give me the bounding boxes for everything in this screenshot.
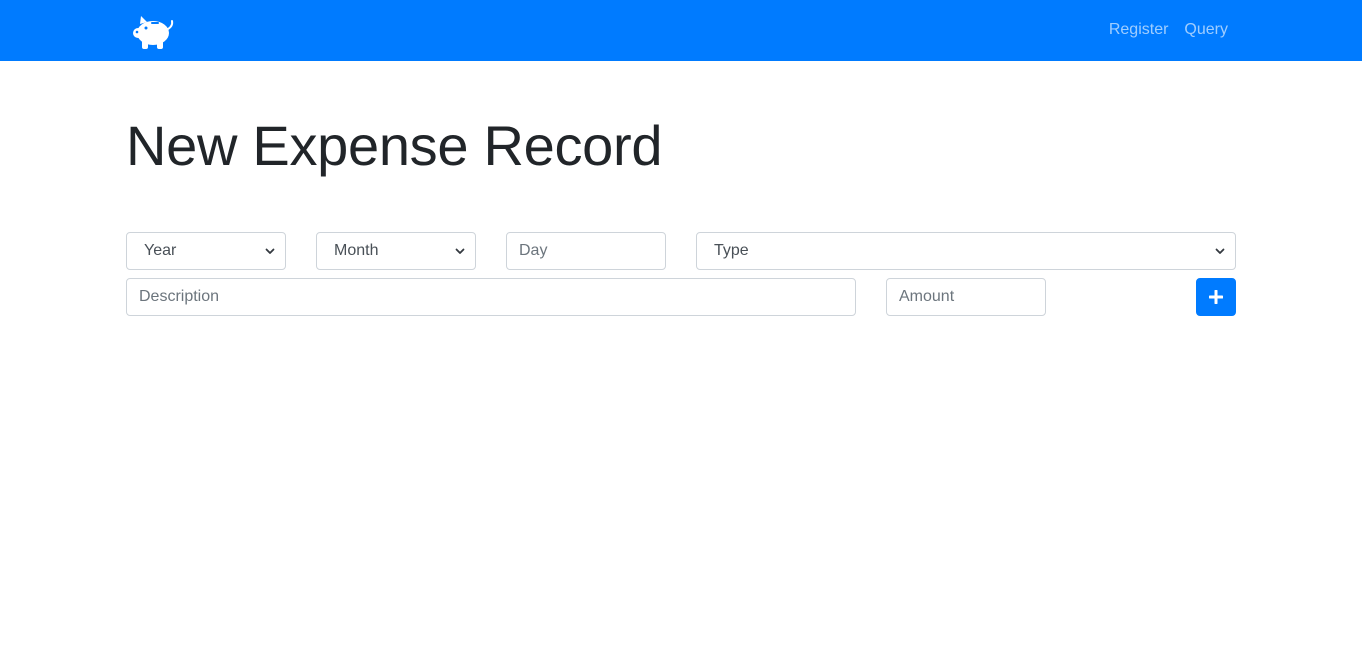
page-title: New Expense Record — [126, 114, 663, 177]
piggy-bank-icon — [133, 16, 174, 49]
chevron-down-icon — [265, 248, 275, 254]
chevron-down-icon — [455, 248, 465, 254]
month-select[interactable]: Month — [316, 232, 476, 270]
year-select[interactable]: Year — [126, 232, 286, 270]
chevron-down-icon — [1215, 248, 1225, 254]
nav-link-query[interactable]: Query — [1184, 20, 1228, 40]
add-record-button[interactable] — [1196, 278, 1236, 316]
type-select[interactable]: Type — [696, 232, 1236, 270]
top-navbar: Register Query — [0, 0, 1362, 61]
nav-link-register[interactable]: Register — [1109, 20, 1169, 40]
year-select-value: Year — [144, 242, 177, 259]
plus-icon — [1209, 290, 1223, 304]
type-select-value: Type — [714, 242, 749, 259]
nav-links: Register Query — [1109, 20, 1228, 40]
month-select-value: Month — [334, 242, 379, 259]
brand-logo[interactable] — [131, 12, 175, 50]
amount-input[interactable] — [886, 278, 1046, 316]
day-input[interactable] — [506, 232, 666, 270]
description-input[interactable] — [126, 278, 856, 316]
